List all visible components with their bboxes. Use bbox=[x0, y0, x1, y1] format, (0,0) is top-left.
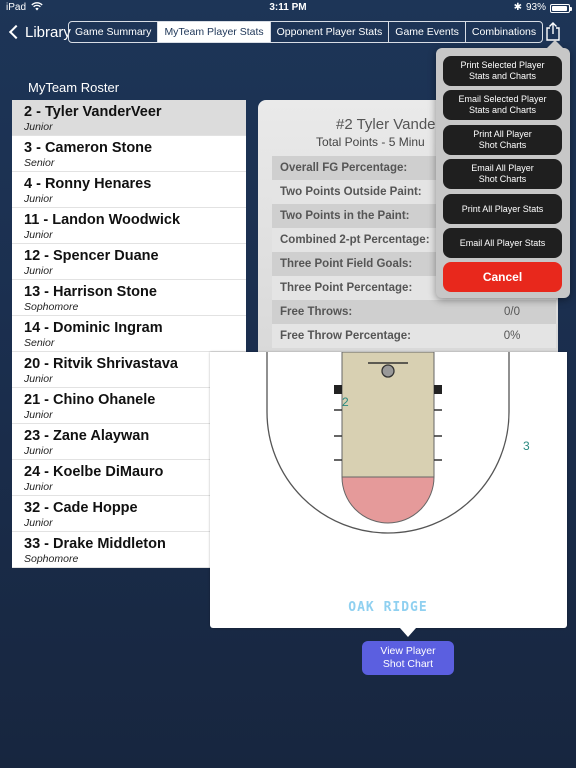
zone-label: 2 bbox=[342, 395, 349, 409]
roster-item[interactable]: 4 - Ronny Henares Junior bbox=[12, 172, 246, 208]
share-icon[interactable] bbox=[544, 22, 562, 42]
stat-label: Three Point Field Goals: bbox=[280, 258, 413, 270]
stat-label: Overall FG Percentage: bbox=[280, 162, 408, 174]
player-name: 2 - Tyler VanderVeer bbox=[24, 104, 162, 120]
free-throw-circle bbox=[341, 476, 435, 524]
tab-combinations[interactable]: Combinations bbox=[466, 22, 542, 42]
roster-item[interactable]: 3 - Cameron Stone Senior bbox=[12, 136, 246, 172]
player-year: Senior bbox=[24, 157, 55, 169]
zone-label: 3 bbox=[523, 439, 530, 453]
cancel-button[interactable]: Cancel bbox=[443, 262, 562, 292]
player-stats-subtitle: Total Points - 5 Minu bbox=[316, 135, 425, 149]
player-year: Junior bbox=[24, 265, 53, 277]
tab-bar: Game Summary MyTeam Player Stats Opponen… bbox=[68, 21, 544, 43]
player-stats-title: #2 Tyler Vande bbox=[336, 116, 436, 133]
court-pointer bbox=[400, 628, 416, 637]
player-year: Junior bbox=[24, 121, 53, 133]
battery-percent: 93% bbox=[525, 2, 546, 13]
email-selected-player-button[interactable]: Email Selected Player Stats and Charts bbox=[443, 90, 562, 120]
player-name: 11 - Landon Woodwick bbox=[24, 212, 181, 228]
stat-row: Free Throw Percentage: 0% bbox=[272, 324, 556, 348]
tab-game-events[interactable]: Game Events bbox=[389, 22, 466, 42]
share-action-menu: Print Selected Player Stats and Charts E… bbox=[436, 40, 570, 298]
player-year: Senior bbox=[24, 337, 55, 349]
roster-item[interactable]: 14 - Dominic Ingram Senior bbox=[12, 316, 246, 352]
roster-item[interactable]: 12 - Spencer Duane Junior bbox=[12, 244, 246, 280]
stat-label: Free Throws: bbox=[280, 306, 353, 318]
print-all-shot-charts-button[interactable]: Print All Player Shot Charts bbox=[443, 125, 562, 155]
shot-chart-court: 2 3 OAK RIDGE bbox=[210, 352, 567, 628]
roster-title: MyTeam Roster bbox=[28, 80, 120, 95]
stat-label: Three Point Percentage: bbox=[280, 282, 413, 294]
stat-label: Two Points in the Paint: bbox=[280, 210, 410, 222]
tab-myteam-player-stats[interactable]: MyTeam Player Stats bbox=[158, 22, 271, 42]
court-name: OAK RIDGE bbox=[348, 600, 427, 615]
bluetooth-icon: ✱ bbox=[513, 2, 522, 13]
player-year: Junior bbox=[24, 229, 53, 241]
player-name: 12 - Spencer Duane bbox=[24, 248, 159, 264]
status-right: ✱ 93% bbox=[513, 0, 572, 16]
lane-block bbox=[334, 385, 342, 394]
print-selected-player-button[interactable]: Print Selected Player Stats and Charts bbox=[443, 56, 562, 86]
player-year: Sophomore bbox=[24, 301, 79, 313]
status-time: 3:11 PM bbox=[269, 2, 307, 13]
email-all-player-stats-button[interactable]: Email All Player Stats bbox=[443, 228, 562, 258]
player-year: Junior bbox=[24, 193, 53, 205]
battery-icon bbox=[550, 3, 572, 13]
chevron-left-icon bbox=[8, 24, 24, 40]
player-name: 13 - Harrison Stone bbox=[24, 284, 157, 300]
print-all-player-stats-button[interactable]: Print All Player Stats bbox=[443, 194, 562, 224]
lane-block bbox=[434, 385, 442, 394]
rim bbox=[381, 364, 395, 378]
library-back-button[interactable]: Library bbox=[8, 20, 71, 44]
roster-item[interactable]: 11 - Landon Woodwick Junior bbox=[12, 208, 246, 244]
stat-value: 0% bbox=[503, 330, 521, 342]
stat-label: Combined 2-pt Percentage: bbox=[280, 234, 430, 246]
player-name: 4 - Ronny Henares bbox=[24, 176, 152, 192]
stat-row: Free Throws: 0/0 bbox=[272, 300, 556, 324]
stat-label: Two Points Outside Paint: bbox=[280, 186, 422, 198]
roster-item[interactable]: 13 - Harrison Stone Sophomore bbox=[12, 280, 246, 316]
tab-game-summary[interactable]: Game Summary bbox=[69, 22, 159, 42]
status-bar: iPad 3:11 PM ✱ 93% bbox=[0, 0, 576, 16]
back-label: Library bbox=[25, 23, 71, 41]
player-name: 3 - Cameron Stone bbox=[24, 140, 153, 156]
email-all-shot-charts-button[interactable]: Email All Player Shot Charts bbox=[443, 159, 562, 189]
view-player-shot-chart-button[interactable]: View Player Shot Chart bbox=[362, 641, 454, 675]
roster-item[interactable]: 2 - Tyler VanderVeer Junior bbox=[12, 100, 246, 136]
tab-opponent-player-stats[interactable]: Opponent Player Stats bbox=[271, 22, 390, 42]
player-name: 14 - Dominic Ingram bbox=[24, 320, 163, 336]
stat-label: Free Throw Percentage: bbox=[280, 330, 412, 342]
nav-bar: Library Game Summary MyTeam Player Stats… bbox=[0, 16, 576, 50]
stat-value: 0/0 bbox=[504, 306, 520, 318]
court-diagram: 2 3 OAK RIDGE bbox=[266, 352, 530, 615]
